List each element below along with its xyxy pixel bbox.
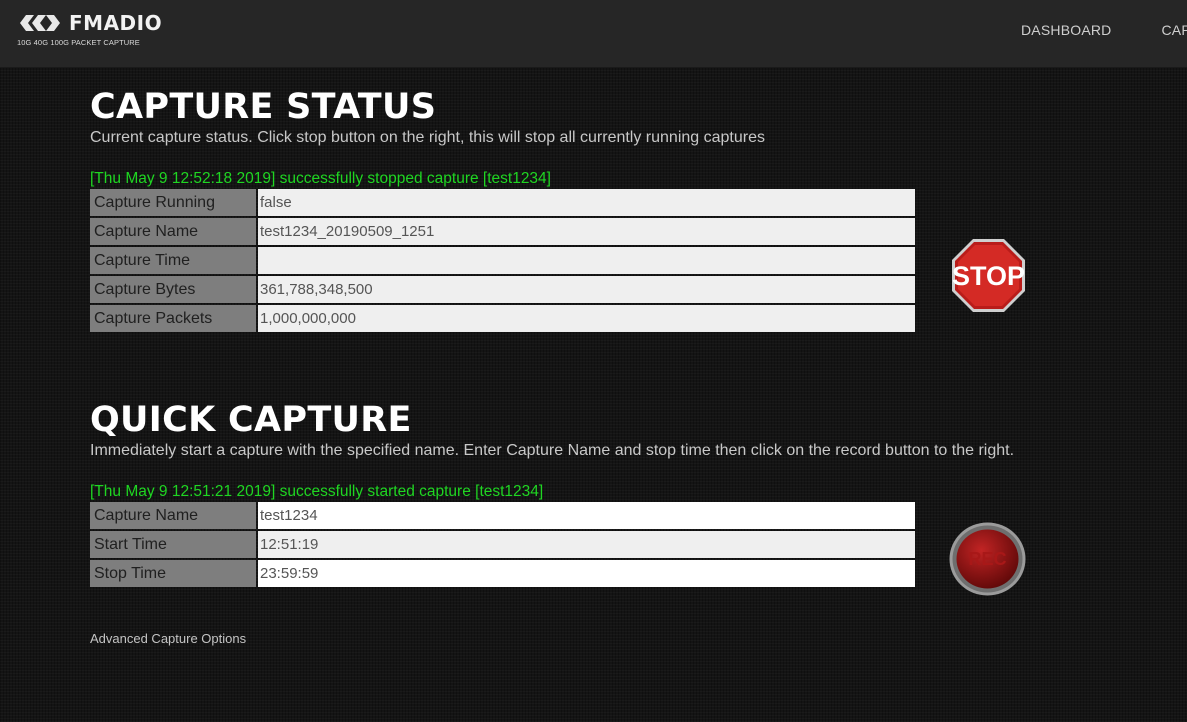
capture-name-label: Capture Name <box>90 218 256 245</box>
brand-name: FMADIO <box>69 11 163 35</box>
quick-capture-description: Immediately start a capture with the spe… <box>90 442 1015 459</box>
nav-dashboard[interactable]: DASHBOARD <box>1021 22 1111 38</box>
stop-button[interactable]: STOP <box>950 237 1027 314</box>
start-time-label: Start Time <box>90 531 256 558</box>
capture-bytes-value: 361,788,348,500 <box>258 276 915 303</box>
capture-time-value <box>258 247 915 274</box>
capture-packets-label: Capture Packets <box>90 305 256 332</box>
brand-logo[interactable]: FMADIO 10G 40G 100G PACKET CAPTURE <box>17 13 162 47</box>
fmadio-logo-icon <box>20 15 60 31</box>
capture-bytes-label: Capture Bytes <box>90 276 256 303</box>
quick-capture-message: [Thu May 9 12:51:21 2019] successfully s… <box>90 483 544 500</box>
nav-capture[interactable]: CAPTURE <box>1161 22 1187 38</box>
table-row: Start Time 12:51:19 <box>90 531 915 558</box>
stop-label: STOP <box>952 261 1025 291</box>
capture-time-label: Capture Time <box>90 247 256 274</box>
rec-button[interactable]: REC <box>948 521 1027 597</box>
main-nav: DASHBOARD CAPTURE <box>1021 22 1187 38</box>
rec-label: REC <box>968 549 1006 569</box>
table-row: Capture Time <box>90 247 915 274</box>
table-row: Capture Name test1234_20190509_1251 <box>90 218 915 245</box>
quick-capture-title: QUICK CAPTURE <box>90 400 412 440</box>
quick-capture-name-cell <box>258 502 915 529</box>
capture-status-description: Current capture status. Click stop butto… <box>90 129 765 146</box>
capture-running-value: false <box>258 189 915 216</box>
quick-capture-table: Capture Name Start Time 12:51:19 Stop Ti… <box>88 500 917 589</box>
capture-name-value: test1234_20190509_1251 <box>258 218 915 245</box>
top-navbar: FMADIO 10G 40G 100G PACKET CAPTURE DASHB… <box>0 0 1187 68</box>
capture-status-table: Capture Running false Capture Name test1… <box>88 187 917 334</box>
start-time-value: 12:51:19 <box>258 531 915 558</box>
table-row: Capture Bytes 361,788,348,500 <box>90 276 915 303</box>
table-row: Stop Time <box>90 560 915 587</box>
capture-running-label: Capture Running <box>90 189 256 216</box>
quick-capture-name-label: Capture Name <box>90 502 256 529</box>
stop-time-input[interactable] <box>260 560 915 587</box>
capture-status-title: CAPTURE STATUS <box>90 87 437 127</box>
brand-tagline: 10G 40G 100G PACKET CAPTURE <box>17 38 140 47</box>
table-row: Capture Packets 1,000,000,000 <box>90 305 915 332</box>
table-row: Capture Name <box>90 502 915 529</box>
advanced-capture-options-link[interactable]: Advanced Capture Options <box>90 631 246 646</box>
table-row: Capture Running false <box>90 189 915 216</box>
stop-time-cell <box>258 560 915 587</box>
stop-time-label: Stop Time <box>90 560 256 587</box>
capture-name-input[interactable] <box>260 502 915 529</box>
capture-status-message: [Thu May 9 12:52:18 2019] successfully s… <box>90 170 551 187</box>
capture-packets-value: 1,000,000,000 <box>258 305 915 332</box>
